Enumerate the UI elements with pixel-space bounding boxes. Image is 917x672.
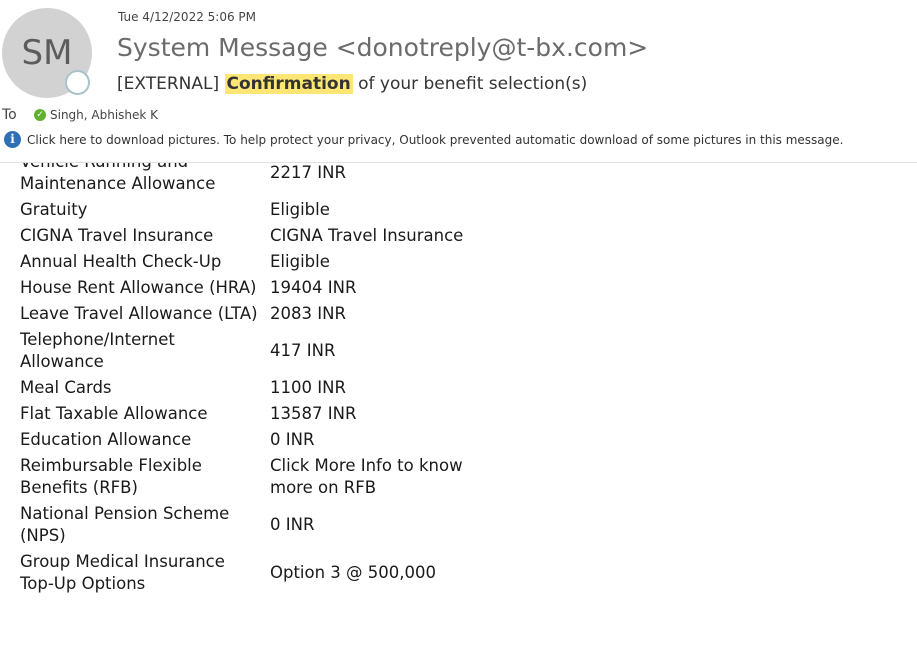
to-label: To	[2, 107, 17, 123]
benefit-row: Gratuity Eligible	[14, 197, 476, 223]
benefit-row: Telephone/Internet Allowance 417 INR	[14, 327, 476, 375]
email-header: SM Tue 4/12/2022 5:06 PM System Message …	[0, 0, 917, 163]
benefit-name: Flat Taxable Allowance	[20, 404, 208, 423]
benefit-value: 19404 INR	[270, 278, 357, 297]
benefit-row: Reimbursable Flexible Benefits (RFB) Clic…	[14, 453, 476, 501]
benefit-row: Flat Taxable Allowance 13587 INR	[14, 401, 476, 427]
benefit-name: Telephone/Internet Allowance	[20, 330, 175, 371]
benefit-row: Vehicle Running and Maintenance Allowanc…	[14, 163, 476, 197]
subject-suffix: of your benefit selection(s)	[352, 74, 588, 94]
benefit-value: Click More Info to know more on RFB	[270, 456, 463, 497]
benefit-name: Group Medical Insurance Top-Up Options	[20, 552, 225, 593]
benefit-row: National Pension Scheme (NPS) 0 INR	[14, 501, 476, 549]
benefit-name: National Pension Scheme (NPS)	[20, 504, 230, 545]
benefit-value: 0 INR	[270, 515, 315, 534]
check-icon: ✓	[34, 109, 46, 121]
sent-date: Tue 4/12/2022 5:06 PM	[118, 10, 257, 24]
subject-prefix: [EXTERNAL]	[117, 74, 225, 94]
benefit-value: 2083 INR	[270, 304, 346, 323]
benefit-name: CIGNA Travel Insurance	[20, 226, 214, 245]
benefit-name: House Rent Allowance (HRA)	[20, 278, 257, 297]
benefit-value: 0 INR	[270, 430, 315, 449]
subject-highlight: Confirmation	[224, 74, 353, 94]
benefit-row: House Rent Allowance (HRA) 19404 INR	[14, 275, 476, 301]
benefit-name: Annual Health Check-Up	[20, 252, 222, 271]
benefit-row: Annual Health Check-Up Eligible	[14, 249, 476, 275]
benefit-name: Meal Cards	[20, 378, 112, 397]
benefit-name: Reimbursable Flexible Benefits (RFB)	[20, 456, 202, 497]
infobar-message[interactable]: Click here to download pictures. To help…	[27, 133, 843, 147]
benefit-row: Group Medical Insurance Top-Up Options Op…	[14, 549, 476, 597]
benefit-row: Leave Travel Allowance (LTA) 2083 INR	[14, 301, 476, 327]
benefit-name: Vehicle Running and Maintenance Allowanc…	[20, 163, 216, 193]
download-pictures-infobar[interactable]: i Click here to download pictures. To he…	[4, 131, 843, 148]
benefits-table: Vehicle Running and Maintenance Allowanc…	[14, 163, 476, 597]
email-subject: [EXTERNAL] Confirmation of your benefit …	[117, 74, 587, 94]
recipients-row: To ✓ Singh, Abhishek K	[2, 107, 158, 123]
benefit-value: Option 3 @ 500,000	[270, 563, 437, 582]
benefit-row: CIGNA Travel Insurance CIGNA Travel Insur…	[14, 223, 476, 249]
benefit-value: 2217 INR	[270, 163, 346, 182]
email-body: Vehicle Running and Maintenance Allowanc…	[0, 163, 917, 672]
benefit-value: 13587 INR	[270, 404, 357, 423]
benefit-value: 417 INR	[270, 341, 336, 360]
recipient-name[interactable]: Singh, Abhishek K	[50, 108, 158, 122]
benefit-value: 1100 INR	[270, 378, 346, 397]
presence-status-icon	[65, 70, 90, 95]
benefit-name: Gratuity	[20, 200, 88, 219]
sender-name[interactable]: System Message <donotreply@t-bx.com>	[117, 33, 648, 62]
benefit-row: Education Allowance 0 INR	[14, 427, 476, 453]
benefit-row: Meal Cards 1100 INR	[14, 375, 476, 401]
benefit-name: Education Allowance	[20, 430, 192, 449]
info-icon: i	[4, 131, 21, 148]
benefit-value: Eligible	[270, 200, 330, 219]
benefit-value: CIGNA Travel Insurance	[270, 226, 464, 245]
benefit-value: Eligible	[270, 252, 330, 271]
benefit-name: Leave Travel Allowance (LTA)	[20, 304, 258, 323]
avatar-initials: SM	[21, 33, 73, 73]
